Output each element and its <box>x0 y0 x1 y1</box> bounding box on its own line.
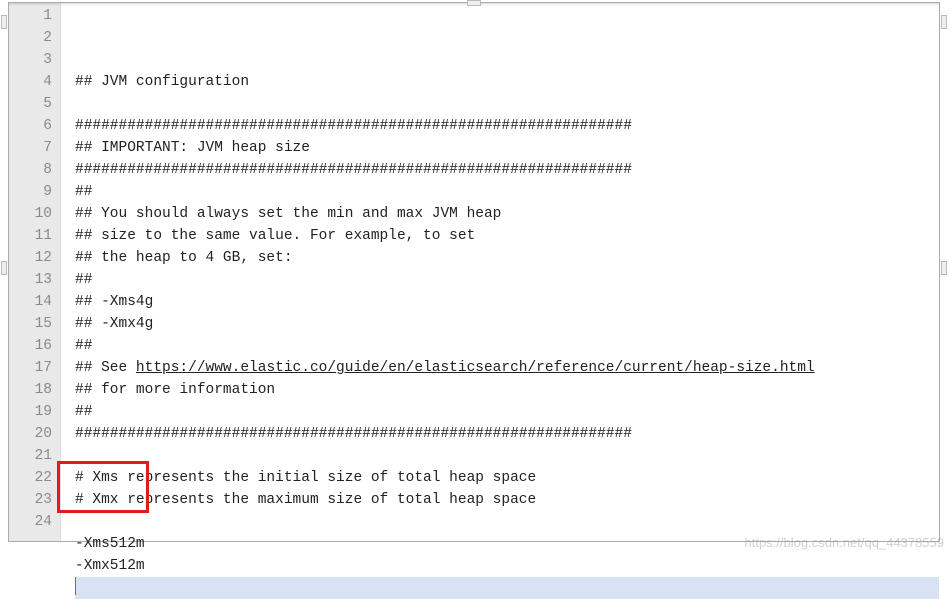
line-number: 1 <box>9 5 52 27</box>
code-text: ## <box>75 272 92 288</box>
code-text: ## the heap to 4 GB, set: <box>75 250 293 266</box>
line-number: 16 <box>9 335 52 357</box>
code-text: # Xmx represents the maximum size of tot… <box>75 492 536 508</box>
code-text: ## -Xms4g <box>75 294 153 310</box>
code-line[interactable]: ## IMPORTANT: JVM heap size <box>75 137 939 159</box>
line-number: 9 <box>9 181 52 203</box>
line-number: 2 <box>9 27 52 49</box>
code-text: # Xms represents the initial size of tot… <box>75 470 536 486</box>
code-line[interactable]: -Xmx512m <box>75 555 939 577</box>
code-text: ## for more information <box>75 382 275 398</box>
code-line[interactable]: ## See https://www.elastic.co/guide/en/e… <box>75 357 939 379</box>
code-line[interactable]: # Xmx represents the maximum size of tot… <box>75 489 939 511</box>
ruler-top-handle[interactable] <box>467 0 481 6</box>
code-text: ## See <box>75 360 136 376</box>
code-line[interactable]: ## You should always set the min and max… <box>75 203 939 225</box>
code-text: ## IMPORTANT: JVM heap size <box>75 140 310 156</box>
code-text: ## <box>75 338 92 354</box>
line-number: 18 <box>9 379 52 401</box>
code-text: ########################################… <box>75 118 632 134</box>
code-line[interactable]: ## -Xmx4g <box>75 313 939 335</box>
code-line[interactable]: ## the heap to 4 GB, set: <box>75 247 939 269</box>
code-text: ## <box>75 404 92 420</box>
line-number: 22 <box>9 467 52 489</box>
line-number-gutter: 123456789101112131415161718192021222324 <box>9 3 61 541</box>
code-text: ########################################… <box>75 426 632 442</box>
line-number: 12 <box>9 247 52 269</box>
code-line[interactable]: ## for more information <box>75 379 939 401</box>
line-number: 20 <box>9 423 52 445</box>
line-number: 11 <box>9 225 52 247</box>
code-line[interactable] <box>75 577 939 599</box>
ruler-left-handle-top[interactable] <box>1 15 7 29</box>
line-number: 13 <box>9 269 52 291</box>
code-line[interactable]: ## <box>75 335 939 357</box>
line-number: 8 <box>9 159 52 181</box>
line-number: 6 <box>9 115 52 137</box>
code-line[interactable]: ## -Xms4g <box>75 291 939 313</box>
code-line[interactable]: ########################################… <box>75 423 939 445</box>
line-number: 10 <box>9 203 52 225</box>
code-line[interactable]: ## size to the same value. For example, … <box>75 225 939 247</box>
ruler-right-handle-top[interactable] <box>941 15 947 29</box>
code-line[interactable]: # Xms represents the initial size of tot… <box>75 467 939 489</box>
ruler-left-handle-mid[interactable] <box>1 261 7 275</box>
code-line[interactable]: ########################################… <box>75 115 939 137</box>
line-number: 5 <box>9 93 52 115</box>
code-text: -Xmx512m <box>75 558 145 574</box>
line-number: 21 <box>9 445 52 467</box>
code-text: ## You should always set the min and max… <box>75 206 501 222</box>
line-number: 3 <box>9 49 52 71</box>
code-line[interactable] <box>75 93 939 115</box>
code-line[interactable]: ## <box>75 181 939 203</box>
code-text: ## -Xmx4g <box>75 316 153 332</box>
line-number: 7 <box>9 137 52 159</box>
code-text: ## <box>75 184 92 200</box>
code-editor[interactable]: 123456789101112131415161718192021222324 … <box>9 3 939 541</box>
code-line[interactable] <box>75 445 939 467</box>
url-link[interactable]: https://www.elastic.co/guide/en/elastics… <box>136 360 815 376</box>
line-number: 15 <box>9 313 52 335</box>
line-number: 4 <box>9 71 52 93</box>
editor-frame: 123456789101112131415161718192021222324 … <box>8 2 940 542</box>
code-line[interactable]: ########################################… <box>75 159 939 181</box>
code-line[interactable] <box>75 511 939 533</box>
code-line[interactable]: ## <box>75 401 939 423</box>
code-text: ########################################… <box>75 162 632 178</box>
code-text: ## size to the same value. For example, … <box>75 228 475 244</box>
line-number: 24 <box>9 511 52 533</box>
text-cursor <box>75 577 76 595</box>
code-text: ## JVM configuration <box>75 74 249 90</box>
code-area[interactable]: ## JVM configuration####################… <box>61 3 939 541</box>
line-number: 19 <box>9 401 52 423</box>
code-text: -Xms512m <box>75 536 145 552</box>
code-line[interactable]: ## <box>75 269 939 291</box>
line-number: 14 <box>9 291 52 313</box>
code-line[interactable]: ## JVM configuration <box>75 71 939 93</box>
line-number: 17 <box>9 357 52 379</box>
ruler-right-handle-mid[interactable] <box>941 261 947 275</box>
line-number: 23 <box>9 489 52 511</box>
